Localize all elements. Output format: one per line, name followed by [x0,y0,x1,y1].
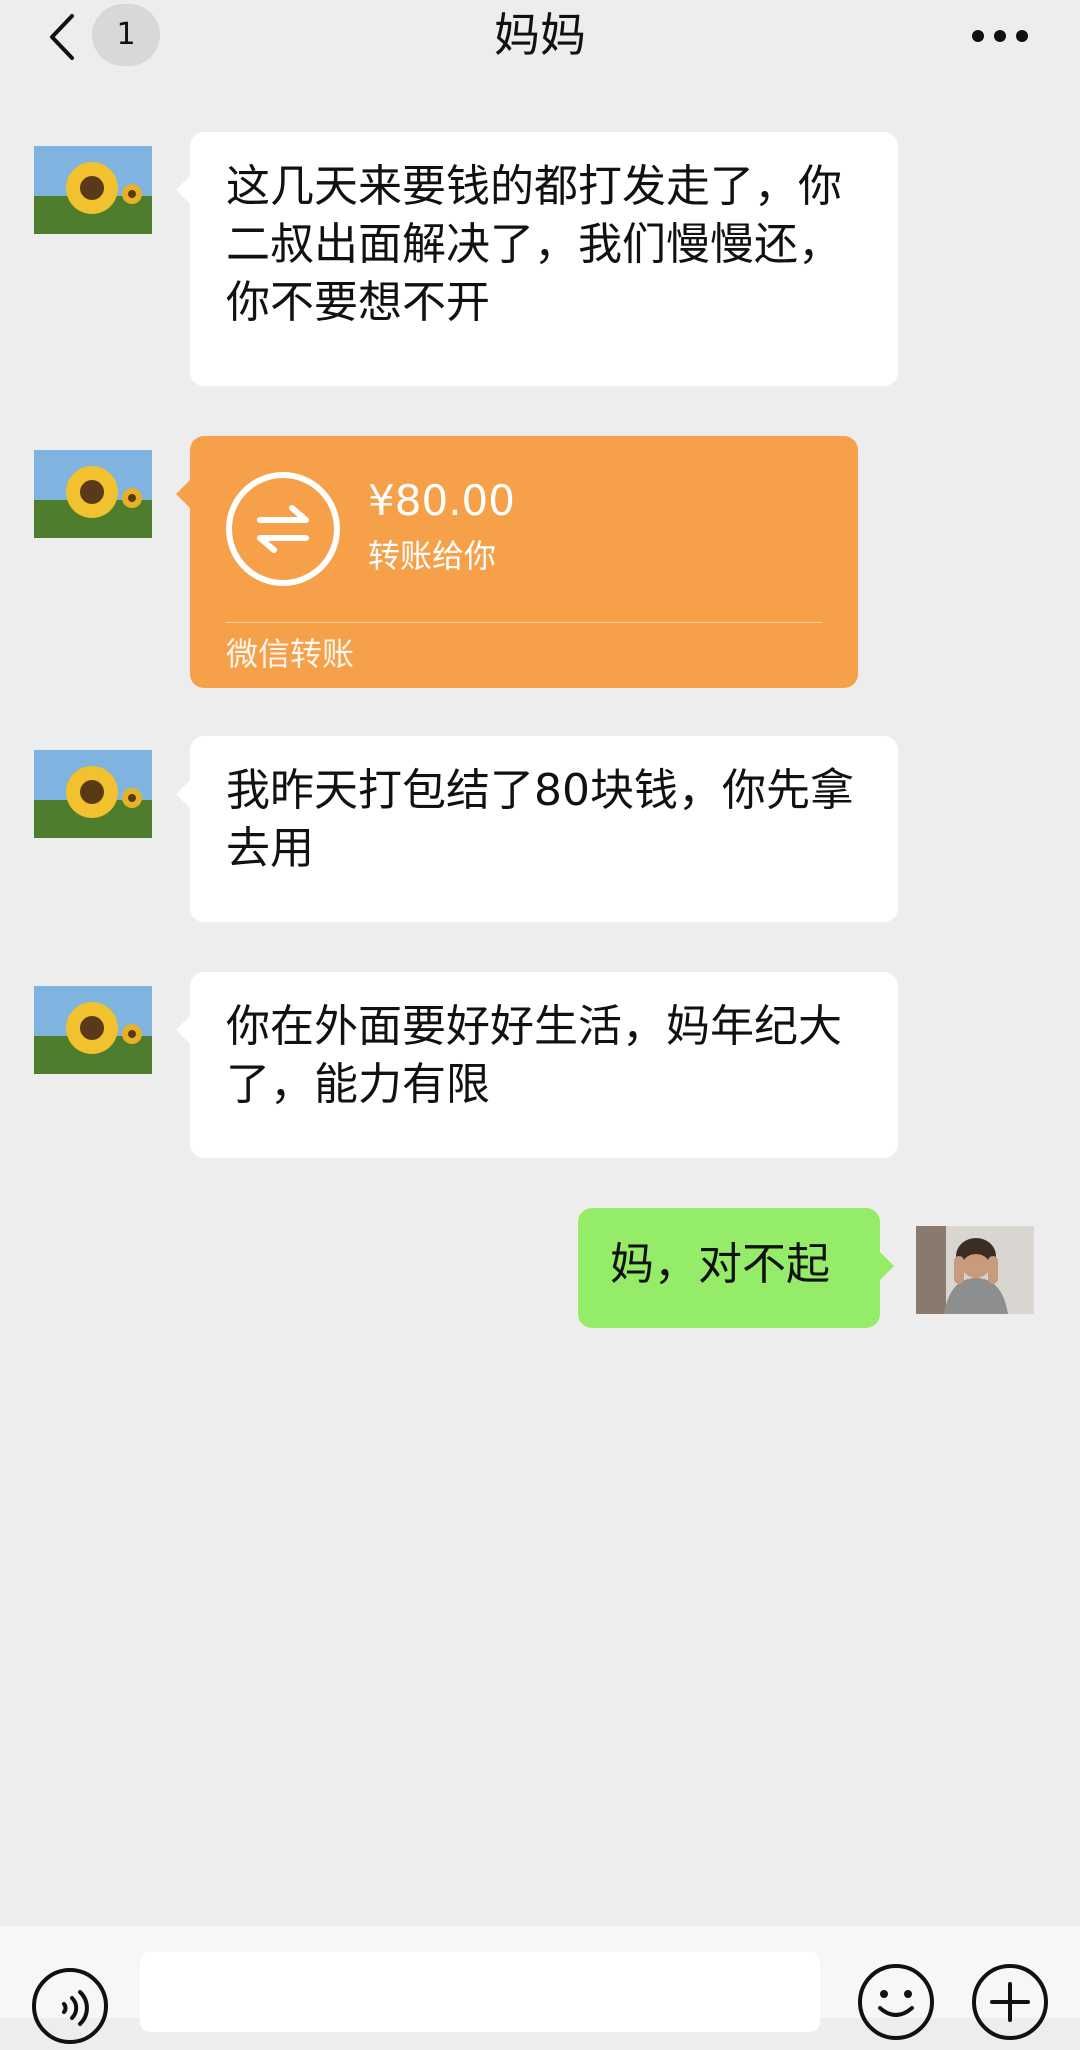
transfer-note: 转账给你 [368,537,497,575]
user-avatar-icon [916,1226,1034,1314]
emoji-icon [858,1964,934,2040]
voice-button[interactable] [30,1966,110,2046]
more-dots-icon [972,30,1028,42]
voice-icon [32,1968,108,2044]
my-message-bubble[interactable]: 妈，对不起 [578,1208,894,1328]
input-bar [0,1926,1080,2044]
transfer-card[interactable]: ¥80.00 转账给你 微信转账 [176,436,858,688]
contact-avatar[interactable] [34,146,152,234]
transfer-amount: ¥80.00 [368,476,515,525]
plus-button[interactable] [970,1962,1050,2042]
transfer-label: 微信转账 [226,635,355,673]
sunflower-avatar-icon [34,450,152,538]
transfer-arrows-icon [226,472,340,586]
sunflower-avatar-icon [34,146,152,234]
more-button[interactable] [964,8,1036,64]
contact-avatar[interactable] [34,986,152,1074]
message-text: 这几天来要钱的都打发走了，你二叔出面解决了，我们慢慢还，你不要想不开 [226,161,842,328]
message-text: 你在外面要好好生活，妈年纪大了，能力有限 [226,1001,842,1110]
transfer-divider [226,622,822,623]
message-text: 妈，对不起 [610,1239,830,1290]
plus-icon [972,1964,1048,2040]
chat-title: 妈妈 [494,8,586,62]
message-text: 我昨天打包结了80块钱，你先拿去用 [226,765,854,874]
message-bubble[interactable]: 这几天来要钱的都打发走了，你二叔出面解决了，我们慢慢还，你不要想不开 [176,132,898,386]
emoji-button[interactable] [856,1962,936,2042]
contact-avatar[interactable] [34,750,152,838]
message-bubble[interactable]: 你在外面要好好生活，妈年纪大了，能力有限 [176,972,898,1158]
sunflower-avatar-icon [34,750,152,838]
contact-avatar[interactable] [34,450,152,538]
sunflower-avatar-icon [34,986,152,1074]
chat-header: 1 妈妈 [0,0,1080,78]
my-avatar[interactable] [916,1226,1034,1314]
message-bubble[interactable]: 我昨天打包结了80块钱，你先拿去用 [176,736,898,922]
message-input[interactable] [140,1952,820,2032]
